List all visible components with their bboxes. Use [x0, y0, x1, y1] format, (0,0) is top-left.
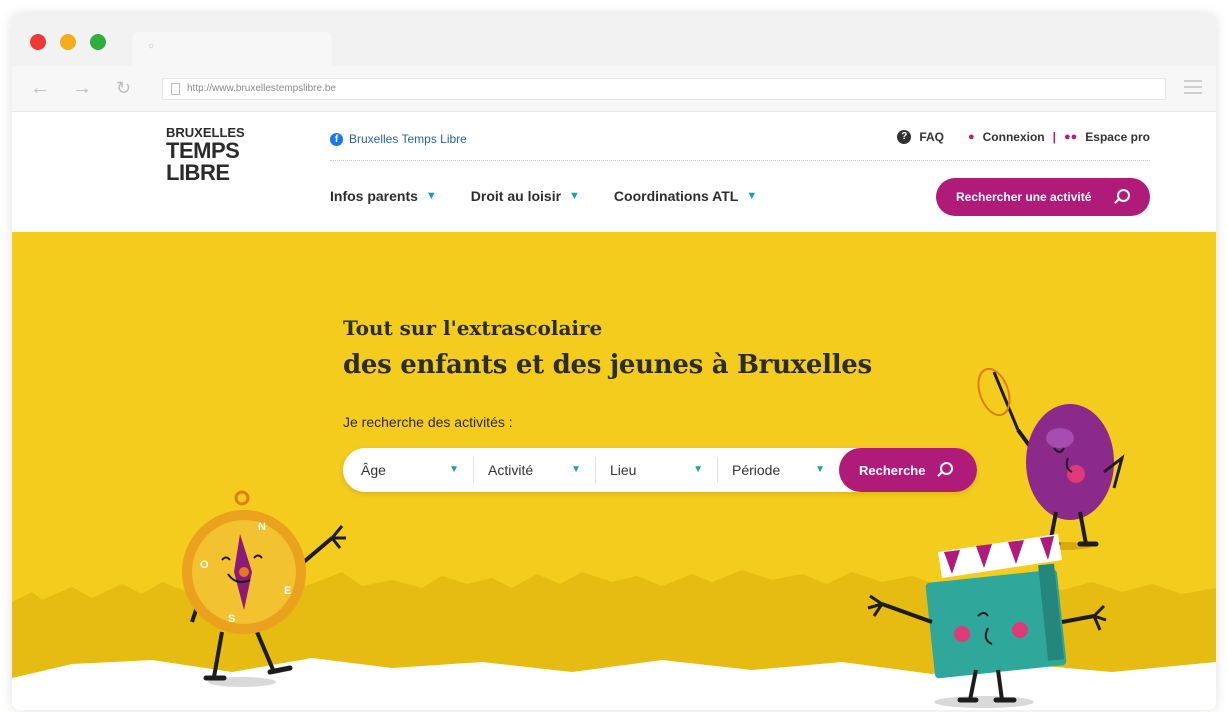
question-circle-icon: ?: [897, 130, 912, 144]
close-window-button[interactable]: [30, 34, 46, 50]
age-select[interactable]: Âge ▼: [361, 448, 469, 492]
site-logo[interactable]: BRUXELLES TEMPS LIBRE: [166, 126, 246, 184]
compass-letter-n: N: [258, 521, 266, 533]
nav-item-label: Droit au loisir: [470, 188, 562, 204]
compass-character-illustration: N O E S: [182, 490, 346, 687]
tab-close-icon[interactable]: ○: [148, 41, 154, 52]
maximize-window-button[interactable]: [90, 34, 106, 50]
chevron-down-icon: ▼: [449, 464, 459, 475]
period-select[interactable]: Période ▼: [717, 457, 835, 483]
users-icon: ●●: [1064, 131, 1078, 143]
compass-letter-e: E: [284, 585, 291, 597]
address-bar[interactable]: http://www.bruxellestempslibre.be: [162, 78, 1166, 100]
chevron-down-icon: ▼: [693, 464, 703, 475]
link-separator: |: [1052, 130, 1056, 144]
facebook-label: Bruxelles Temps Libre: [349, 132, 467, 146]
user-icon: ●: [967, 131, 975, 143]
page-icon: [171, 83, 180, 95]
hero-title: des enfants et des jeunes à Bruxelles: [343, 350, 872, 380]
browser-titlebar: ○: [12, 14, 1216, 66]
reload-icon[interactable]: ↻: [116, 78, 131, 98]
back-arrow-icon[interactable]: ←: [30, 78, 50, 98]
search-activity-label: Rechercher une activité: [956, 190, 1092, 204]
search-icon: [1117, 189, 1130, 202]
chevron-down-icon: ▼: [815, 464, 825, 475]
search-activity-button[interactable]: Rechercher une activité: [936, 178, 1150, 216]
activity-select-label: Activité: [488, 462, 534, 478]
place-select[interactable]: Lieu ▼: [595, 457, 713, 483]
hero-section: Tout sur l'extrascolaire des enfants et …: [12, 232, 1216, 710]
site-header: BRUXELLES TEMPS LIBRE f Bruxelles Temps …: [12, 112, 1216, 232]
search-icon: [940, 462, 953, 475]
logo-line-3: LIBRE: [166, 160, 230, 185]
activity-select[interactable]: Activité ▼: [473, 457, 591, 483]
age-select-label: Âge: [361, 462, 386, 478]
header-divider: [330, 160, 1150, 161]
compass-letter-o: O: [200, 559, 209, 571]
url-text: http://www.bruxellestempslibre.be: [187, 83, 336, 94]
top-links: ? FAQ ● Connexion | ●● Espace pro: [897, 130, 1150, 144]
nav-item-label: Coordinations ATL: [613, 188, 739, 204]
compass-letter-s: S: [228, 613, 235, 625]
minimize-window-button[interactable]: [60, 34, 76, 50]
browser-window: ○ ← → ↻ http://www.bruxellestempslibre.b…: [12, 14, 1216, 710]
browser-toolbar: ← → ↻ http://www.bruxellestempslibre.be: [12, 66, 1216, 112]
nav-item-coordinations-atl[interactable]: Coordinations ATL ▼: [614, 188, 757, 204]
search-submit-label: Recherche: [859, 462, 926, 478]
place-select-label: Lieu: [610, 462, 637, 478]
hero-subtitle: Tout sur l'extrascolaire: [343, 316, 603, 340]
nav-item-droit-au-loisir[interactable]: Droit au loisir ▼: [471, 188, 580, 204]
faq-link[interactable]: FAQ: [919, 130, 944, 144]
search-label: Je recherche des activités :: [343, 414, 513, 430]
activity-search-bar: Âge ▼ Activité ▼ Lieu ▼ Période ▼ Recher…: [343, 448, 977, 492]
facebook-link[interactable]: f Bruxelles Temps Libre: [330, 132, 467, 146]
facebook-icon: f: [330, 132, 343, 146]
logo-line-2: TEMPS: [166, 138, 240, 163]
pro-space-link[interactable]: Espace pro: [1085, 130, 1150, 144]
login-link[interactable]: Connexion: [983, 130, 1045, 144]
website: BRUXELLES TEMPS LIBRE f Bruxelles Temps …: [12, 112, 1216, 710]
nav-item-infos-parents[interactable]: Infos parents ▼: [330, 188, 437, 204]
chevron-down-icon: ▼: [571, 464, 581, 475]
search-submit-button[interactable]: Recherche: [839, 448, 977, 492]
chevron-down-icon: ▼: [425, 190, 437, 202]
browser-tab[interactable]: ○: [132, 32, 332, 66]
clapperboard-character-illustration: [867, 534, 1107, 708]
nav-item-label: Infos parents: [330, 188, 418, 204]
forward-arrow-icon[interactable]: →: [72, 78, 92, 98]
chevron-down-icon: ▼: [746, 190, 758, 202]
main-navigation: Infos parents ▼ Droit au loisir ▼ Coordi…: [330, 188, 757, 204]
period-select-label: Période: [732, 462, 781, 478]
hamburger-menu-icon[interactable]: [1184, 80, 1202, 98]
chevron-down-icon: ▼: [569, 190, 580, 202]
